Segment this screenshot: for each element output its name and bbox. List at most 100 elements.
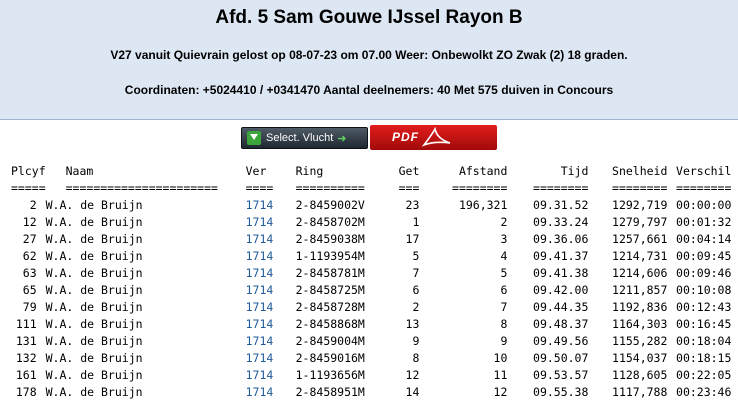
cell-naam: W.A. de Bruijn xyxy=(45,316,143,331)
table-row: 27 W.A. de Bruijn 1714 2-8459038M 17 3 09.36.0… xyxy=(0,230,732,247)
pdf-label: PDF xyxy=(392,130,419,144)
cell-snelheid: 1154,037 xyxy=(612,350,668,365)
cell-plcyf: 132 xyxy=(15,350,37,365)
col-header-snelheid: Snelheid xyxy=(612,163,668,178)
cell-tijd: 09.50.07 xyxy=(533,350,589,365)
underline-verschil: ======== xyxy=(676,180,732,195)
cell-snelheid: 1292,719 xyxy=(612,197,668,212)
cell-tijd: 09.48.37 xyxy=(533,316,589,331)
cell-plcyf: 12 xyxy=(22,214,37,229)
cell-get: 23 xyxy=(405,197,420,212)
cell-naam: W.A. de Bruijn xyxy=(45,265,143,280)
cell-verschil: 00:01:32 xyxy=(676,214,732,229)
cell-verschil: 00:04:14 xyxy=(676,231,732,246)
col-header-tijd: Tijd xyxy=(560,163,589,178)
cell-verschil: 00:18:15 xyxy=(676,350,732,365)
cell-ver[interactable]: 1714 xyxy=(246,383,296,400)
cell-naam: W.A. de Bruijn xyxy=(45,350,143,365)
cell-verschil: 00:18:04 xyxy=(676,333,732,348)
cell-tijd: 09.36.06 xyxy=(533,231,589,246)
cell-afstand: 12 xyxy=(493,384,508,399)
acrobat-icon xyxy=(421,127,451,147)
table-row: 2 W.A. de Bruijn 1714 2-8459002V 23 196,321 09… xyxy=(0,196,732,213)
cell-ver[interactable]: 1714 xyxy=(246,281,296,298)
cell-plcyf: 178 xyxy=(15,384,37,399)
cell-naam: W.A. de Bruijn xyxy=(45,299,143,314)
cell-ver[interactable]: 1714 xyxy=(246,196,296,213)
cell-verschil: 00:10:08 xyxy=(676,282,732,297)
select-flight-button[interactable]: Select. Vlucht ➜ xyxy=(241,127,368,149)
cell-get: 2 xyxy=(412,299,420,314)
cell-tijd: 09.53.57 xyxy=(533,367,589,382)
cell-ver[interactable]: 1714 xyxy=(246,298,296,315)
cell-ring: 2-8459038M xyxy=(295,231,365,246)
cell-ring: 2-8458728M xyxy=(295,299,365,314)
cell-afstand: 9 xyxy=(500,333,508,348)
cell-get: 12 xyxy=(405,367,420,382)
cell-ver[interactable]: 1714 xyxy=(246,349,296,366)
cell-plcyf: 27 xyxy=(22,231,37,246)
cell-get: 14 xyxy=(405,384,420,399)
header-panel: Afd. 5 Sam Gouwe IJssel Rayon B V27 vanu… xyxy=(0,0,738,120)
cell-get: 1 xyxy=(412,214,420,229)
cell-get: 6 xyxy=(412,282,420,297)
cell-verschil: 00:22:05 xyxy=(676,367,732,382)
cell-verschil: 00:09:46 xyxy=(676,265,732,280)
flight-info: V27 vanuit Quievrain gelost op 08-07-23 … xyxy=(110,48,628,62)
cell-plcyf: 2 xyxy=(29,197,37,212)
cell-naam: W.A. de Bruijn xyxy=(45,214,143,229)
cell-afstand: 7 xyxy=(500,299,508,314)
col-header-verschil: Verschil xyxy=(676,163,732,178)
cell-ring: 2-8458725M xyxy=(295,282,365,297)
cell-afstand: 4 xyxy=(500,248,508,263)
underline-afstand: ======== xyxy=(452,180,508,195)
cell-ver[interactable]: 1714 xyxy=(246,332,296,349)
cell-get: 13 xyxy=(405,316,420,331)
cell-ver[interactable]: 1714 xyxy=(246,264,296,281)
cell-naam: W.A. de Bruijn xyxy=(45,231,143,246)
underline-row: ===== ====================== ==== ======… xyxy=(0,179,731,196)
table-row: 65 W.A. de Bruijn 1714 2-8458725M 6 6 09.42.00… xyxy=(0,281,732,298)
cell-get: 7 xyxy=(412,265,420,280)
pdf-button[interactable]: PDF xyxy=(370,125,497,150)
cell-tijd: 09.49.56 xyxy=(533,333,589,348)
underline-snelheid: ======== xyxy=(612,180,668,195)
cell-ver[interactable]: 1714 xyxy=(246,247,296,264)
cell-naam: W.A. de Bruijn xyxy=(45,197,143,212)
cell-tijd: 09.31.52 xyxy=(533,197,589,212)
cell-naam: W.A. de Bruijn xyxy=(45,248,143,263)
cell-verschil: 00:12:43 xyxy=(676,299,732,314)
table-row: 178 W.A. de Bruijn 1714 2-8458951M 14 12 09.55… xyxy=(0,383,732,400)
cell-snelheid: 1117,788 xyxy=(612,384,668,399)
cell-naam: W.A. de Bruijn xyxy=(45,333,143,348)
cell-get: 8 xyxy=(412,350,420,365)
cell-snelheid: 1192,836 xyxy=(612,299,668,314)
col-header-ver: Ver xyxy=(245,163,267,178)
cell-ver[interactable]: 1714 xyxy=(246,213,296,230)
table-row: 12 W.A. de Bruijn 1714 2-8458702M 1 2 09.33.24… xyxy=(0,213,732,230)
col-header-get: Get xyxy=(398,163,420,178)
results-table: Plcyf Naam Ver Ring Get Afstand Tijd Sne… xyxy=(0,162,731,400)
cell-afstand: 2 xyxy=(500,214,508,229)
table-row: 132 W.A. de Bruijn 1714 2-8459016M 8 10 09.50.… xyxy=(0,349,732,366)
cell-ring: 2-8458868M xyxy=(295,316,365,331)
cell-ver[interactable]: 1714 xyxy=(246,366,296,383)
cell-get: 17 xyxy=(405,231,420,246)
cell-ring: 2-8458951M xyxy=(295,384,365,399)
cell-plcyf: 79 xyxy=(22,299,37,314)
table-row: 62 W.A. de Bruijn 1714 1-1193954M 5 4 09.41.37… xyxy=(0,247,732,264)
cell-verschil: 00:00:00 xyxy=(676,197,732,212)
cell-snelheid: 1128,605 xyxy=(612,367,668,382)
page-title: Afd. 5 Sam Gouwe IJssel Rayon B xyxy=(215,7,523,28)
cell-snelheid: 1214,606 xyxy=(612,265,668,280)
cell-afstand: 5 xyxy=(500,265,508,280)
cell-ver[interactable]: 1714 xyxy=(246,230,296,247)
cell-ring: 2-8458781M xyxy=(295,265,365,280)
table-row: 111 W.A. de Bruijn 1714 2-8458868M 13 8 09.48.… xyxy=(0,315,732,332)
cell-ver[interactable]: 1714 xyxy=(246,315,296,332)
cell-verschil: 00:23:46 xyxy=(676,384,732,399)
cell-ring: 2-8459016M xyxy=(295,350,365,365)
col-header-afstand: Afstand xyxy=(458,163,508,178)
coordinates-info: Coordinaten: +5024410 / +0341470 Aantal … xyxy=(124,83,614,97)
col-header-naam: Naam xyxy=(65,163,94,178)
